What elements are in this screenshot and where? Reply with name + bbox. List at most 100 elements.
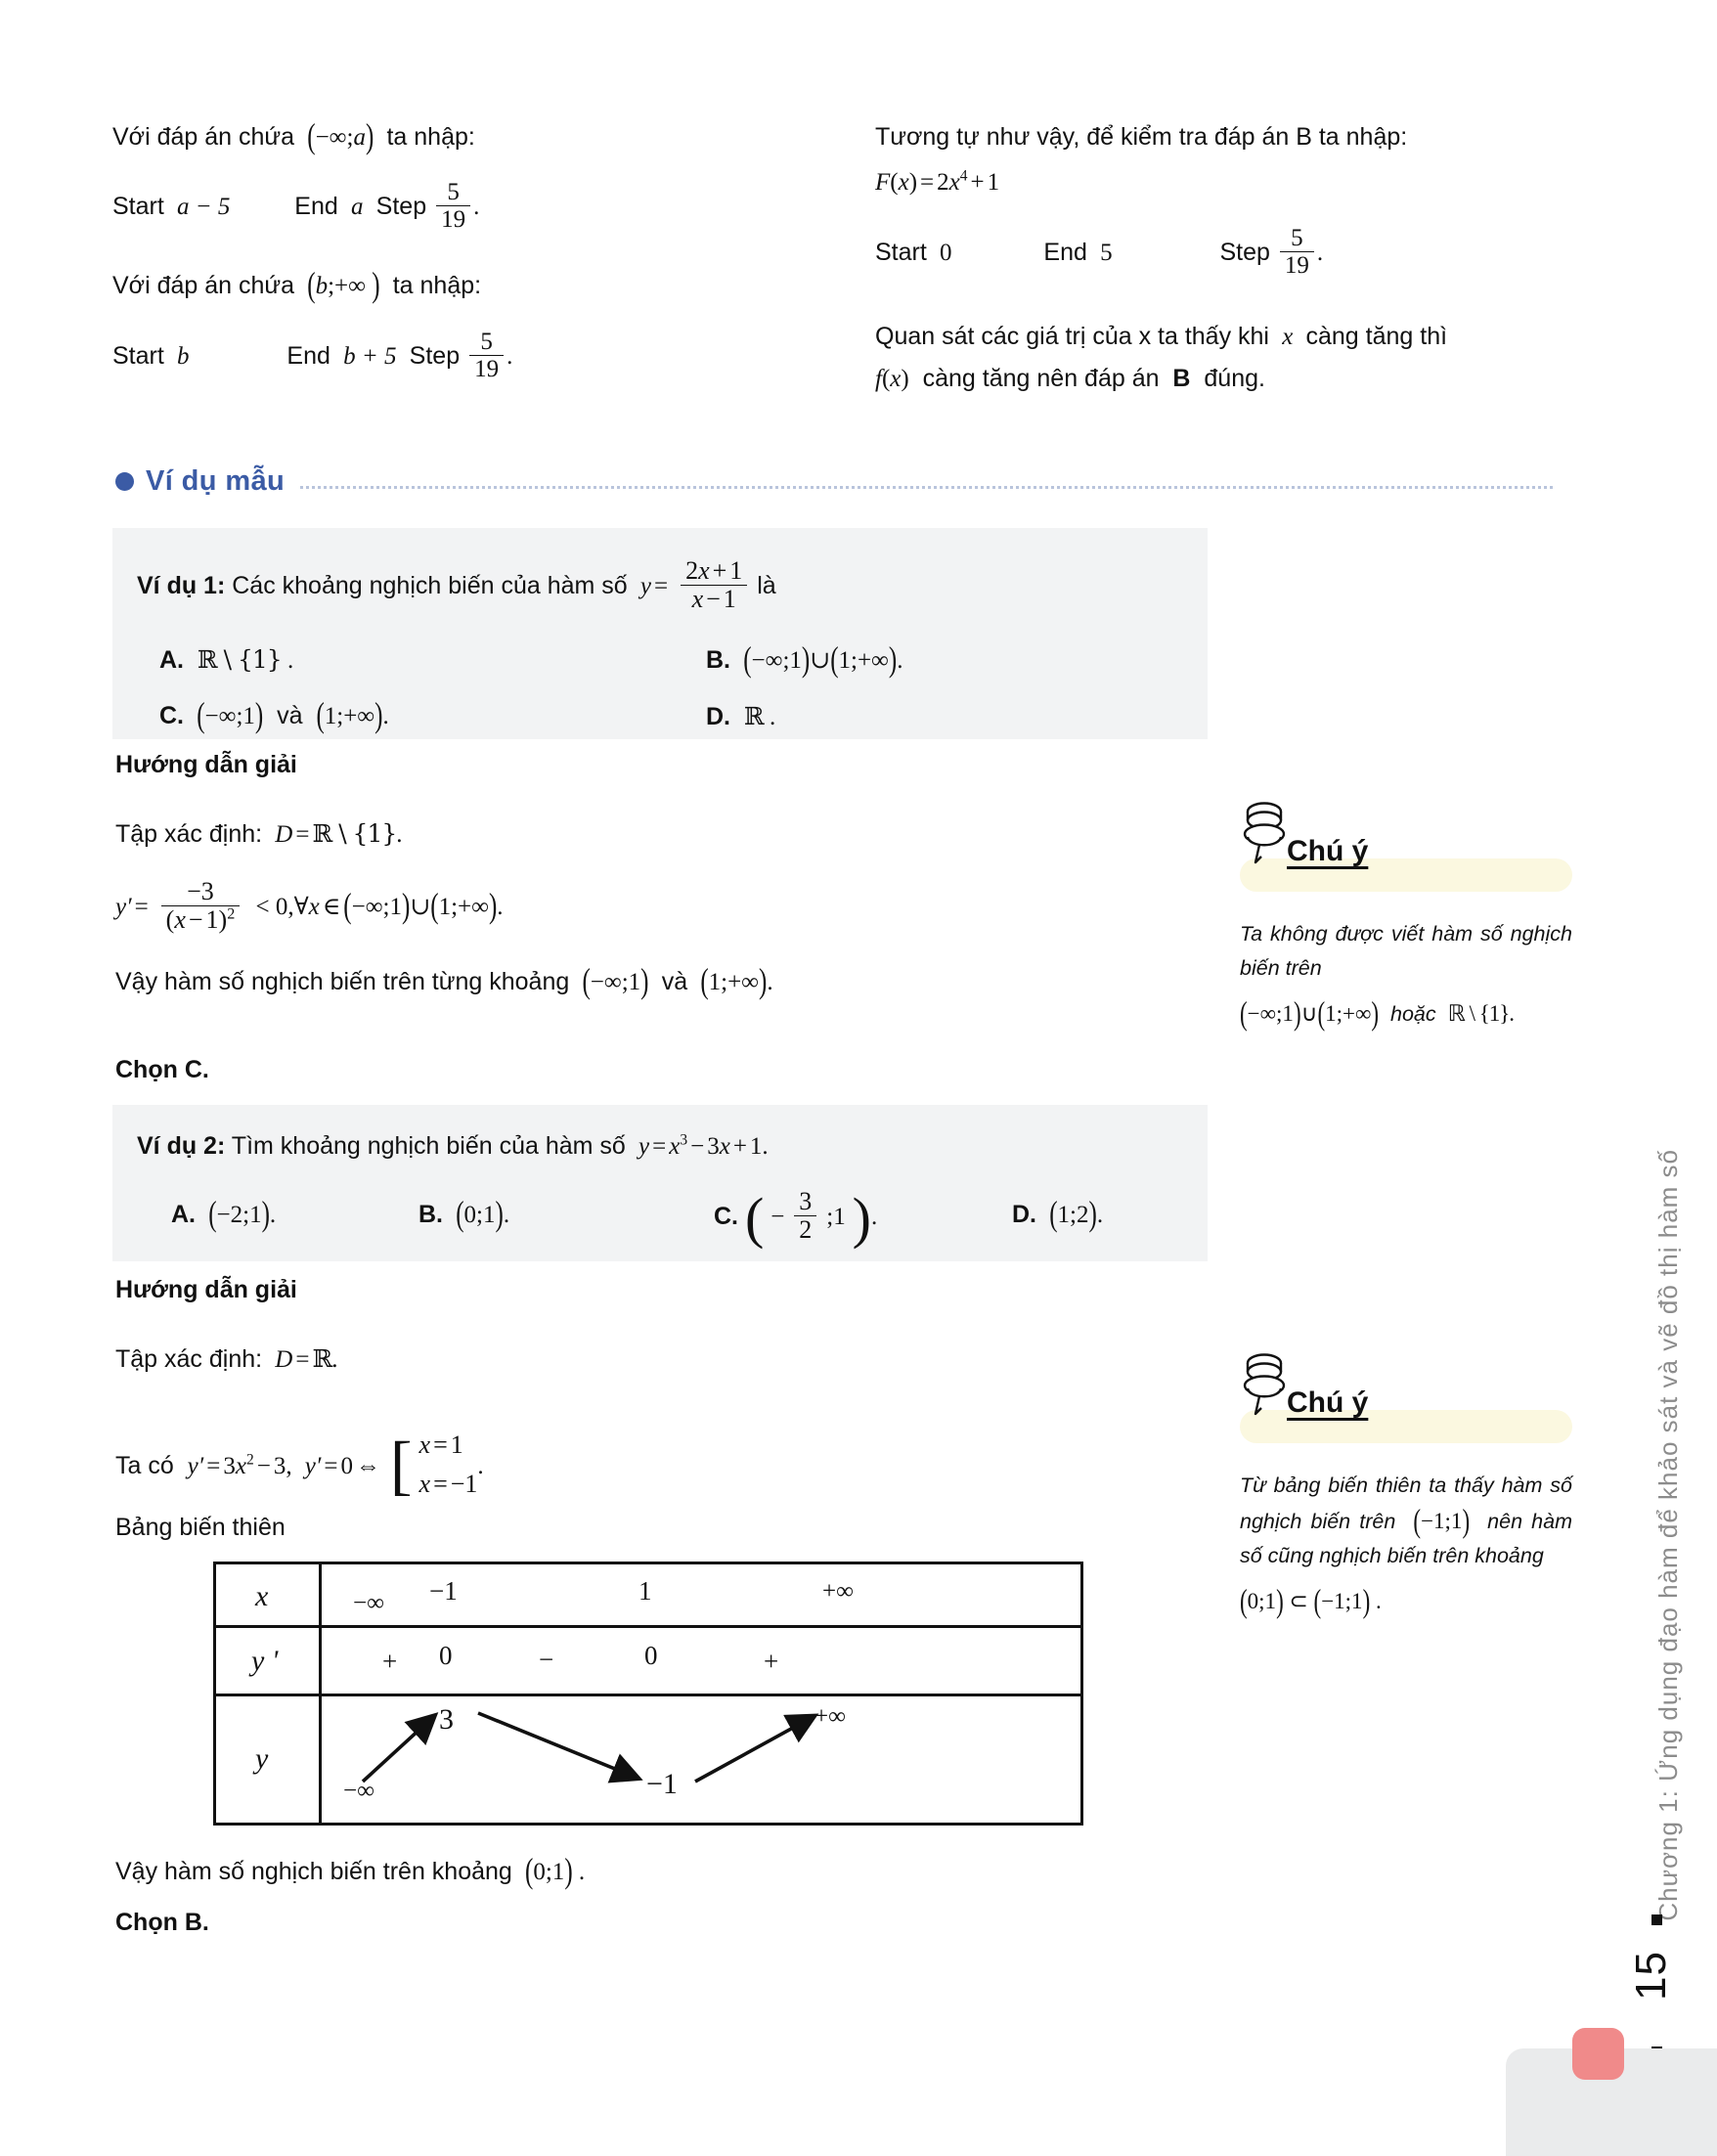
note-title-2: Chú ý bbox=[1287, 1386, 1369, 1419]
example-1-stem-after: là bbox=[757, 572, 776, 600]
example-1-option-b[interactable]: B. (−∞;1)∪(1;+∞). bbox=[706, 641, 903, 680]
option-key: A. bbox=[171, 1201, 196, 1228]
intro-right-line-4: Quan sát các giá trị của x ta thấy khi x… bbox=[875, 322, 1448, 393]
option-key: A. bbox=[159, 646, 184, 674]
observe-text-1: Quan sát các giá trị của x ta thấy khi bbox=[875, 322, 1269, 350]
conclusion-text: Vậy hàm số nghịch biến trên từng khoảng bbox=[115, 968, 570, 995]
start-value-b: b bbox=[177, 342, 190, 370]
intro-left-line-2: Start a − 5 End a Step 5 19 . bbox=[112, 179, 480, 234]
note-2-line-3: (0;1) ⊂ (−1;1) . bbox=[1240, 1583, 1382, 1619]
example-1-option-a[interactable]: A. ℝ \ {1} . bbox=[159, 645, 293, 675]
conclusion-and: và bbox=[661, 968, 688, 995]
solution-2-derivative: Ta có y′ = 3x2−3, y′ = 0 ⇔ [ x = 1 x = −1 . bbox=[115, 1428, 484, 1507]
option-key: B. bbox=[706, 646, 730, 674]
example-2-option-b[interactable]: B. (0;1). bbox=[418, 1196, 509, 1234]
end-value-b: b + 5 bbox=[343, 342, 397, 370]
solution-1-derivative: y′ = −3 (x −1)2 < 0,∀x ∈ (−∞;1)∪(1;+∞). bbox=[115, 877, 504, 935]
option-key: D. bbox=[1012, 1201, 1036, 1228]
domain-label: Tập xác định: bbox=[115, 1345, 263, 1373]
intro-right-line-3: Start 0 End 5 Step 5 19 . bbox=[875, 224, 1324, 279]
note-body-2: Từ bảng biến thiên ta thấy hàm số nghịch… bbox=[1240, 1474, 1573, 1619]
intro-left-text-1b: ta nhập: bbox=[386, 123, 475, 151]
step-fraction-a: 5 19 bbox=[436, 179, 471, 233]
example-2-option-c[interactable]: C. ( − 3 2 ;1 ). bbox=[714, 1187, 877, 1246]
example-2-box bbox=[112, 1105, 1208, 1261]
step-label-a: Step bbox=[375, 193, 427, 221]
intro-left-text-1: Với đáp án chứa bbox=[112, 123, 295, 151]
example-2-stem: Ví dụ 2: Tìm khoảng nghịch biến của hàm … bbox=[137, 1131, 769, 1160]
intro-left-text-2: Với đáp án chứa bbox=[112, 272, 295, 300]
arrow-up-1 bbox=[361, 1712, 439, 1783]
intro-right-line-1: Tương tự như vậy, để kiểm tra đáp án B t… bbox=[875, 123, 1408, 151]
example-1-stem: Ví dụ 1: Các khoảng nghịch biến của hàm … bbox=[137, 556, 776, 614]
example-1-label: Ví dụ 1: bbox=[137, 572, 226, 600]
page-number: 15 bbox=[1627, 1951, 1675, 2001]
intro-left-line-1: Với đáp án chứa (−∞;a) ta nhập: bbox=[112, 117, 475, 156]
example-2-stem-text: Tìm khoảng nghịch biến của hàm số bbox=[231, 1132, 626, 1160]
pushpin-icon bbox=[1243, 1353, 1286, 1416]
step-label-f: Step bbox=[1219, 238, 1270, 266]
variation-table: x y ' y −∞ −1 1 +∞ + 0 − 0 + −∞ 3 −1 +∞ bbox=[213, 1562, 1083, 1826]
option-key: B. bbox=[418, 1201, 443, 1228]
option-key: D. bbox=[706, 703, 730, 730]
start-value-f: 0 bbox=[940, 239, 952, 266]
document-page: Với đáp án chứa (−∞;a) ta nhập: Start a … bbox=[0, 0, 1717, 2156]
example-1-formula: 2x +1 x −1 bbox=[681, 556, 748, 613]
derivative-fraction: −3 (x −1)2 bbox=[160, 877, 241, 934]
note-1-line-1: Ta không được viết hàm số nghịch biến tr… bbox=[1240, 922, 1572, 980]
solution-2-choice: Chọn B. bbox=[115, 1909, 209, 1936]
solution-2-conclusion: Vậy hàm số nghịch biến trên khoảng (0;1)… bbox=[115, 1852, 586, 1891]
note-box-1: Chú ý Ta không được viết hàm số nghịch b… bbox=[1240, 802, 1572, 1032]
domain-label: Tập xác định: bbox=[115, 820, 263, 848]
arrow-up-2 bbox=[694, 1713, 819, 1783]
note-box-2: Chú ý Từ bảng biến thiên ta thấy hàm số … bbox=[1240, 1353, 1573, 1619]
end-value-a: a bbox=[350, 194, 364, 221]
intro-left-line-4: Start b End b + 5 Step 5 19 . bbox=[112, 328, 513, 382]
section-title: Ví dụ mẫu bbox=[146, 465, 286, 497]
intro-right-formula: F(x) = 2x4 +1 bbox=[875, 167, 1000, 197]
option-key: C. bbox=[714, 1203, 738, 1231]
solution-2-domain: Tập xác định: D = ℝ. bbox=[115, 1344, 338, 1373]
conclusion-text: Vậy hàm số nghịch biến trên khoảng bbox=[115, 1858, 512, 1885]
start-label-f: Start bbox=[875, 238, 927, 266]
intro-right-column: Tương tự như vậy, để kiểm tra đáp án B t… bbox=[875, 119, 1550, 426]
variation-arrows bbox=[361, 1711, 819, 1783]
end-label-f: End bbox=[1043, 238, 1087, 266]
running-head-dot-top bbox=[1651, 1914, 1662, 1925]
step-fraction-f: 5 19 bbox=[1279, 225, 1314, 279]
solution-1-conclusion: Vậy hàm số nghịch biến trên từng khoảng … bbox=[115, 962, 773, 1001]
arrow-down-1 bbox=[477, 1711, 643, 1783]
solution-2-bbt-label: Bảng biến thiên bbox=[115, 1514, 286, 1541]
start-label-a: Start bbox=[112, 193, 164, 221]
note-banner-1: Chú ý bbox=[1240, 802, 1572, 892]
solution-1-domain: Tập xác định: D = ℝ \ {1}. bbox=[115, 819, 403, 848]
intro-left-column: Với đáp án chứa (−∞;a) ta nhập: Start a … bbox=[112, 117, 660, 410]
example-1-option-c[interactable]: C. (−∞;1) và (1;+∞). bbox=[159, 697, 389, 735]
observe-answer-letter: B bbox=[1172, 365, 1191, 393]
case-2: x = −1 bbox=[418, 1470, 478, 1499]
option-c-fraction: 3 2 bbox=[794, 1187, 817, 1244]
bullet-icon bbox=[115, 472, 134, 491]
observe-text-4: đúng. bbox=[1204, 365, 1265, 393]
example-1-option-d[interactable]: D. ℝ . bbox=[706, 702, 775, 731]
option-key: C. bbox=[159, 702, 184, 729]
observe-text-3: càng tăng nên đáp án bbox=[922, 365, 1160, 393]
solution-1-choice: Chọn C. bbox=[115, 1056, 209, 1083]
end-label-b: End bbox=[286, 341, 330, 370]
corner-accent-chip bbox=[1572, 2028, 1624, 2080]
example-2-option-d[interactable]: D. (1;2). bbox=[1012, 1196, 1103, 1234]
start-value-a: a − 5 bbox=[177, 194, 231, 221]
running-head: Chương 1: Ứng dụng đạo hàm để khảo sát v… bbox=[1653, 1149, 1683, 1921]
solution-1-heading: Hướng dẫn giải bbox=[115, 751, 297, 778]
observe-text-2: càng tăng thì bbox=[1305, 322, 1448, 350]
example-2-option-a[interactable]: A. (−2;1). bbox=[171, 1196, 276, 1234]
intro-left-line-3: Với đáp án chứa (b;+∞ ) ta nhập: bbox=[112, 266, 482, 306]
solution-2-heading: Hướng dẫn giải bbox=[115, 1276, 297, 1303]
step-label-b: Step bbox=[409, 341, 461, 370]
intro-left-text-2b: ta nhập: bbox=[392, 272, 482, 300]
example-1-stem-text: Các khoảng nghịch biến của hàm số bbox=[232, 572, 628, 600]
case-1: x = 1 bbox=[418, 1430, 463, 1459]
pushpin-icon bbox=[1243, 802, 1286, 864]
example-2-label: Ví dụ 2: bbox=[137, 1132, 226, 1160]
note-banner-2: Chú ý bbox=[1240, 1353, 1572, 1443]
